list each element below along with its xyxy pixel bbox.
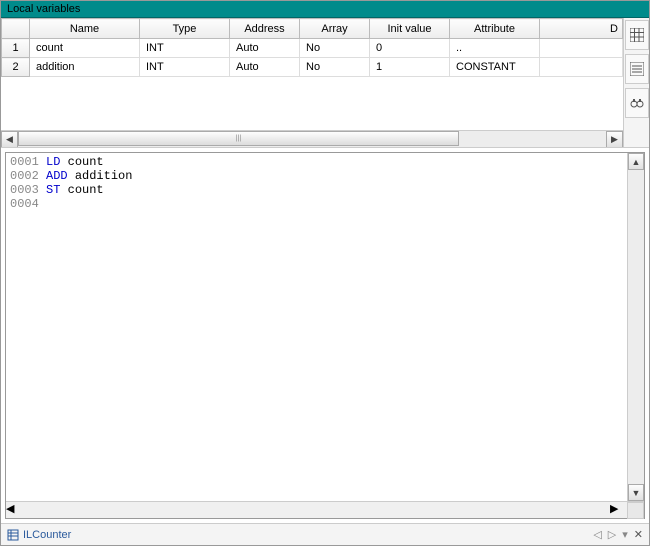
table-row[interactable]: 2 addition INT Auto No 1 CONSTANT [2,58,623,77]
cell-type[interactable]: INT [140,39,230,58]
grid-icon [630,28,644,42]
cell-attribute[interactable]: CONSTANT [450,58,540,77]
variables-table: Name Type Address Array Init value Attri… [1,18,623,77]
cell-array[interactable]: No [300,39,370,58]
col-rownum[interactable] [2,19,30,39]
scroll-right-button[interactable]: ▶ [606,131,623,148]
grid-h-scrollbar[interactable]: ◀ ||| ▶ [1,130,623,147]
scroll-up-button[interactable]: ▲ [628,153,644,170]
cell-d[interactable] [540,58,623,77]
status-label[interactable]: ILCounter [23,529,71,541]
binoculars-icon [630,97,644,109]
scroll-left-button[interactable]: ◀ [1,131,18,148]
cell-array[interactable]: No [300,58,370,77]
list-icon [630,62,644,76]
table-row[interactable]: 1 count INT Auto No 0 .. [2,39,623,58]
side-toolbar [623,18,649,147]
find-button[interactable] [625,88,649,118]
cell-init[interactable]: 1 [370,58,450,77]
cell-type[interactable]: INT [140,58,230,77]
cell-rownum: 1 [2,39,30,58]
table-header-row: Name Type Address Array Init value Attri… [2,19,623,39]
scroll-right-button[interactable]: ▶ [610,502,627,518]
status-bar: ILCounter ◁ ▷ ▾ ✕ [1,523,649,545]
col-init-value[interactable]: Init value [370,19,450,39]
cell-attribute[interactable]: .. [450,39,540,58]
grid-view-button[interactable] [625,20,649,50]
cell-name[interactable]: addition [30,58,140,77]
list-view-button[interactable] [625,54,649,84]
code-h-scrollbar[interactable]: ◀ ▶ [6,501,644,518]
nav-dropdown-button[interactable]: ▾ [622,528,628,541]
code-text[interactable]: 0001 LD count 0002 ADD addition 0003 ST … [6,153,627,501]
scroll-corner [627,502,644,519]
document-icon [7,529,19,541]
cell-address[interactable]: Auto [230,58,300,77]
col-attribute[interactable]: Attribute [450,19,540,39]
scroll-thumb[interactable]: ||| [18,131,459,146]
col-name[interactable]: Name [30,19,140,39]
close-button[interactable]: ✕ [634,528,643,541]
variables-section: Name Type Address Array Init value Attri… [1,18,649,148]
cell-address[interactable]: Auto [230,39,300,58]
scroll-track[interactable] [628,170,644,484]
code-editor: 0001 LD count 0002 ADD addition 0003 ST … [5,152,645,519]
scroll-down-button[interactable]: ▼ [628,484,644,501]
cell-init[interactable]: 0 [370,39,450,58]
cell-name[interactable]: count [30,39,140,58]
scroll-track[interactable]: ||| [18,131,606,148]
col-address[interactable]: Address [230,19,300,39]
cell-rownum: 2 [2,58,30,77]
scroll-left-button[interactable]: ◀ [6,502,23,518]
col-array[interactable]: Array [300,19,370,39]
scroll-track[interactable] [23,502,610,518]
nav-prev-button[interactable]: ◁ [593,528,601,541]
col-type[interactable]: Type [140,19,230,39]
nav-next-button[interactable]: ▷ [608,528,616,541]
panel-title: Local variables [1,1,649,18]
code-v-scrollbar[interactable]: ▲ ▼ [627,153,644,501]
cell-d[interactable] [540,39,623,58]
col-d[interactable]: D [540,19,623,39]
